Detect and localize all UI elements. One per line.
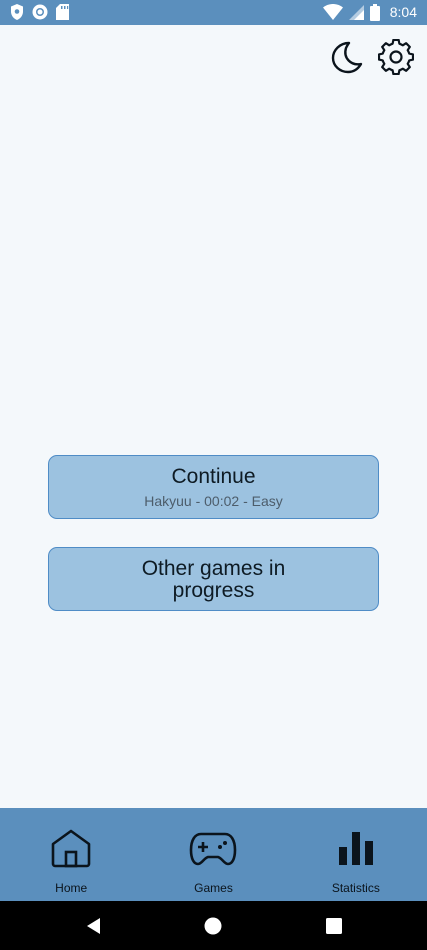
gear-icon bbox=[377, 38, 415, 80]
battery-icon bbox=[369, 3, 380, 21]
status-left-icons bbox=[10, 4, 69, 20]
system-nav-bar bbox=[0, 901, 427, 950]
continue-subtitle: Hakyuu - 00:02 - Easy bbox=[144, 493, 283, 509]
circle-record-icon bbox=[32, 4, 48, 20]
nav-item-statistics[interactable]: Statistics bbox=[285, 808, 427, 901]
home-icon bbox=[50, 828, 92, 873]
shield-icon bbox=[10, 4, 24, 20]
status-time: 8:04 bbox=[389, 4, 417, 20]
signal-icon bbox=[348, 4, 364, 20]
status-right-icons: 8:04 bbox=[322, 3, 417, 21]
continue-title: Continue bbox=[171, 465, 256, 488]
nav-label-statistics: Statistics bbox=[331, 881, 380, 895]
bar-chart-icon bbox=[336, 828, 376, 873]
nav-item-games[interactable]: Games bbox=[142, 808, 284, 901]
wifi-icon bbox=[322, 4, 343, 20]
moon-icon bbox=[329, 40, 363, 79]
top-actions bbox=[327, 38, 415, 80]
recents-icon[interactable] bbox=[325, 917, 343, 935]
theme-toggle-button[interactable] bbox=[327, 40, 365, 78]
continue-button[interactable]: Continue Hakyuu - 00:02 - Easy bbox=[48, 455, 379, 519]
gamepad-icon bbox=[189, 828, 237, 873]
status-bar: 8:04 bbox=[0, 0, 427, 25]
nav-label-games: Games bbox=[194, 881, 233, 895]
nav-item-home[interactable]: Home bbox=[0, 808, 142, 901]
other-games-button[interactable]: Other games in progress bbox=[48, 547, 379, 611]
back-icon[interactable] bbox=[85, 917, 103, 935]
other-games-title: Other games in progress bbox=[141, 557, 286, 602]
settings-button[interactable] bbox=[377, 38, 415, 80]
nav-label-home: Home bbox=[55, 881, 88, 895]
bottom-nav: Home Games Statistics bbox=[0, 808, 427, 901]
sd-card-icon bbox=[56, 4, 69, 20]
home-circle-icon[interactable] bbox=[204, 917, 222, 935]
